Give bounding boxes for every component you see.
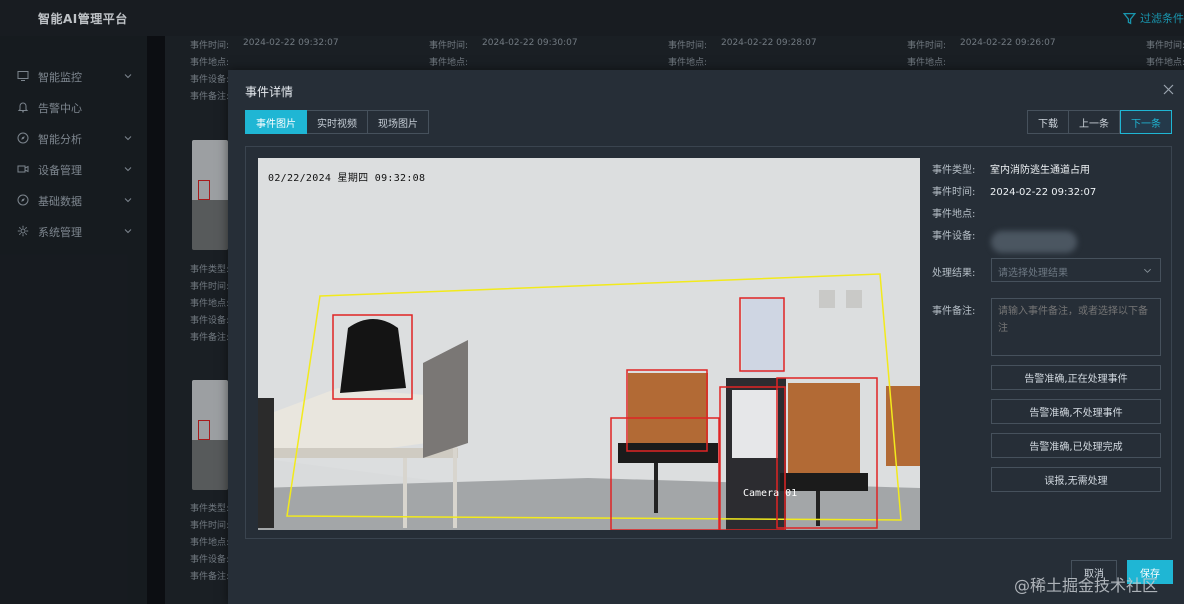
remark-label: 事件备注: bbox=[932, 306, 976, 317]
record-navigation: 下载 上一条 下一条 bbox=[1027, 110, 1172, 134]
event-time-label: 事件时间: bbox=[932, 187, 976, 198]
event-snapshot[interactable]: 02/22/2024 星期四 09:32:08 Camera 01 bbox=[258, 158, 920, 530]
modal-title: 事件详情 bbox=[245, 85, 294, 99]
camera-timestamp: 02/22/2024 星期四 09:32:08 bbox=[268, 173, 426, 184]
redacted-device-value bbox=[991, 231, 1077, 253]
download-button[interactable]: 下载 bbox=[1027, 110, 1069, 134]
scene-illustration bbox=[258, 158, 920, 530]
remark-textarea[interactable] bbox=[991, 298, 1161, 356]
event-content: 02/22/2024 星期四 09:32:08 Camera 01 事件类型: 室… bbox=[245, 146, 1172, 539]
event-device-label: 事件设备: bbox=[932, 231, 976, 242]
result-label: 处理结果: bbox=[932, 268, 976, 279]
event-type-value: 室内消防逃生通道占用 bbox=[990, 165, 1090, 176]
watermark-text: @稀土掘金技术社区 bbox=[1014, 576, 1159, 595]
remark-row: 事件备注: bbox=[932, 302, 990, 317]
close-icon[interactable] bbox=[1163, 84, 1174, 95]
result-select[interactable]: 请选择处理结果 bbox=[991, 258, 1161, 282]
quick-remark-button[interactable]: 告警准确,已处理完成 bbox=[991, 433, 1161, 458]
modal-tabs: 事件图片 实时视频 现场图片 bbox=[245, 110, 429, 134]
quick-remark-button[interactable]: 误报,无需处理 bbox=[991, 467, 1161, 492]
event-type-row: 事件类型: 室内消防逃生通道占用 bbox=[932, 161, 1090, 176]
event-device-row: 事件设备: bbox=[932, 227, 990, 242]
quick-remark-button[interactable]: 告警准确,不处理事件 bbox=[991, 399, 1161, 424]
tab-live-video[interactable]: 实时视频 bbox=[307, 110, 368, 134]
prev-record-button[interactable]: 上一条 bbox=[1069, 110, 1120, 134]
next-record-button[interactable]: 下一条 bbox=[1120, 110, 1172, 134]
event-place-row: 事件地点: bbox=[932, 205, 990, 220]
quick-remark-button[interactable]: 告警准确,正在处理事件 bbox=[991, 365, 1161, 390]
event-time-row: 事件时间: 2024-02-22 09:32:07 bbox=[932, 183, 1096, 198]
tab-scene-image[interactable]: 现场图片 bbox=[368, 110, 429, 134]
tab-event-image[interactable]: 事件图片 bbox=[245, 110, 307, 134]
event-detail-modal: 事件详情 事件图片 实时视频 现场图片 下载 上一条 下一条 02/22/202… bbox=[228, 70, 1184, 604]
event-type-label: 事件类型: bbox=[932, 165, 976, 176]
result-row: 处理结果: bbox=[932, 264, 990, 279]
event-info-panel: 事件类型: 室内消防逃生通道占用 事件时间: 2024-02-22 09:32:07… bbox=[932, 158, 1172, 530]
chevron-down-icon bbox=[1144, 268, 1151, 273]
camera-label: Camera 01 bbox=[743, 488, 798, 499]
result-placeholder: 请选择处理结果 bbox=[998, 268, 1068, 279]
event-time-value: 2024-02-22 09:32:07 bbox=[990, 187, 1097, 198]
event-place-label: 事件地点: bbox=[932, 209, 976, 220]
